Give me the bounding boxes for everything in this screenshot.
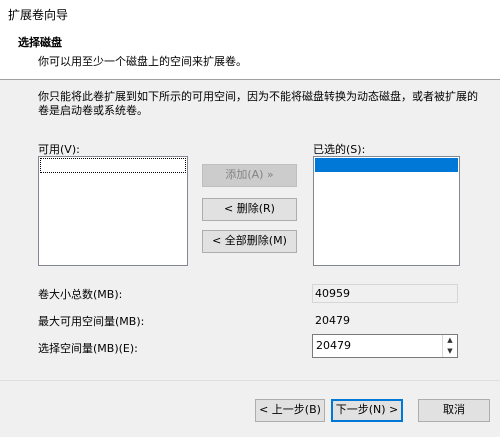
spin-down-icon[interactable]: ▼	[442, 346, 457, 357]
selected-disk-row[interactable]: 磁盘 0 20479 MB	[315, 158, 458, 185]
next-button[interactable]: 下一步(N) >	[331, 399, 403, 422]
spin-up-icon[interactable]: ▲	[442, 335, 457, 346]
max-space-label: 最大可用空间量(MB):	[38, 315, 145, 328]
total-size-value: 40959	[312, 284, 458, 303]
max-space-value: 20479	[312, 311, 458, 330]
select-space-spinner[interactable]: 20479 ▲ ▼	[312, 334, 458, 358]
add-button[interactable]: 添加(A) »	[202, 164, 297, 187]
available-listbox[interactable]	[38, 156, 188, 266]
title-bar	[0, 0, 500, 26]
page-subtitle: 你可以用至少一个磁盘上的空间来扩展卷。	[38, 55, 247, 68]
select-space-input[interactable]: 20479	[316, 339, 351, 352]
remove-all-button[interactable]: < 全部删除(M)	[202, 230, 297, 253]
page-title: 选择磁盘	[18, 36, 62, 49]
window-title: 扩展卷向导	[8, 8, 69, 22]
cancel-button[interactable]: 取消	[418, 399, 490, 422]
back-button[interactable]: < 上一步(B)	[255, 399, 325, 422]
remove-button[interactable]: < 删除(R)	[202, 198, 297, 221]
selected-disk-name: 磁盘 0	[331, 172, 364, 185]
focus-row	[40, 158, 186, 173]
available-label: 可用(V):	[38, 143, 80, 156]
description-text: 你只能将此卷扩展到如下所示的可用空间，因为不能将磁盘转换为动态磁盘，或者被扩展的…	[38, 90, 478, 117]
select-space-label: 选择空间量(MB)(E):	[38, 342, 138, 355]
selected-listbox[interactable]: 磁盘 0 20479 MB	[313, 156, 460, 266]
selected-disk-size: 20479 MB	[383, 172, 439, 185]
total-size-label: 卷大小总数(MB):	[38, 288, 123, 301]
selected-label: 已选的(S):	[313, 143, 366, 156]
